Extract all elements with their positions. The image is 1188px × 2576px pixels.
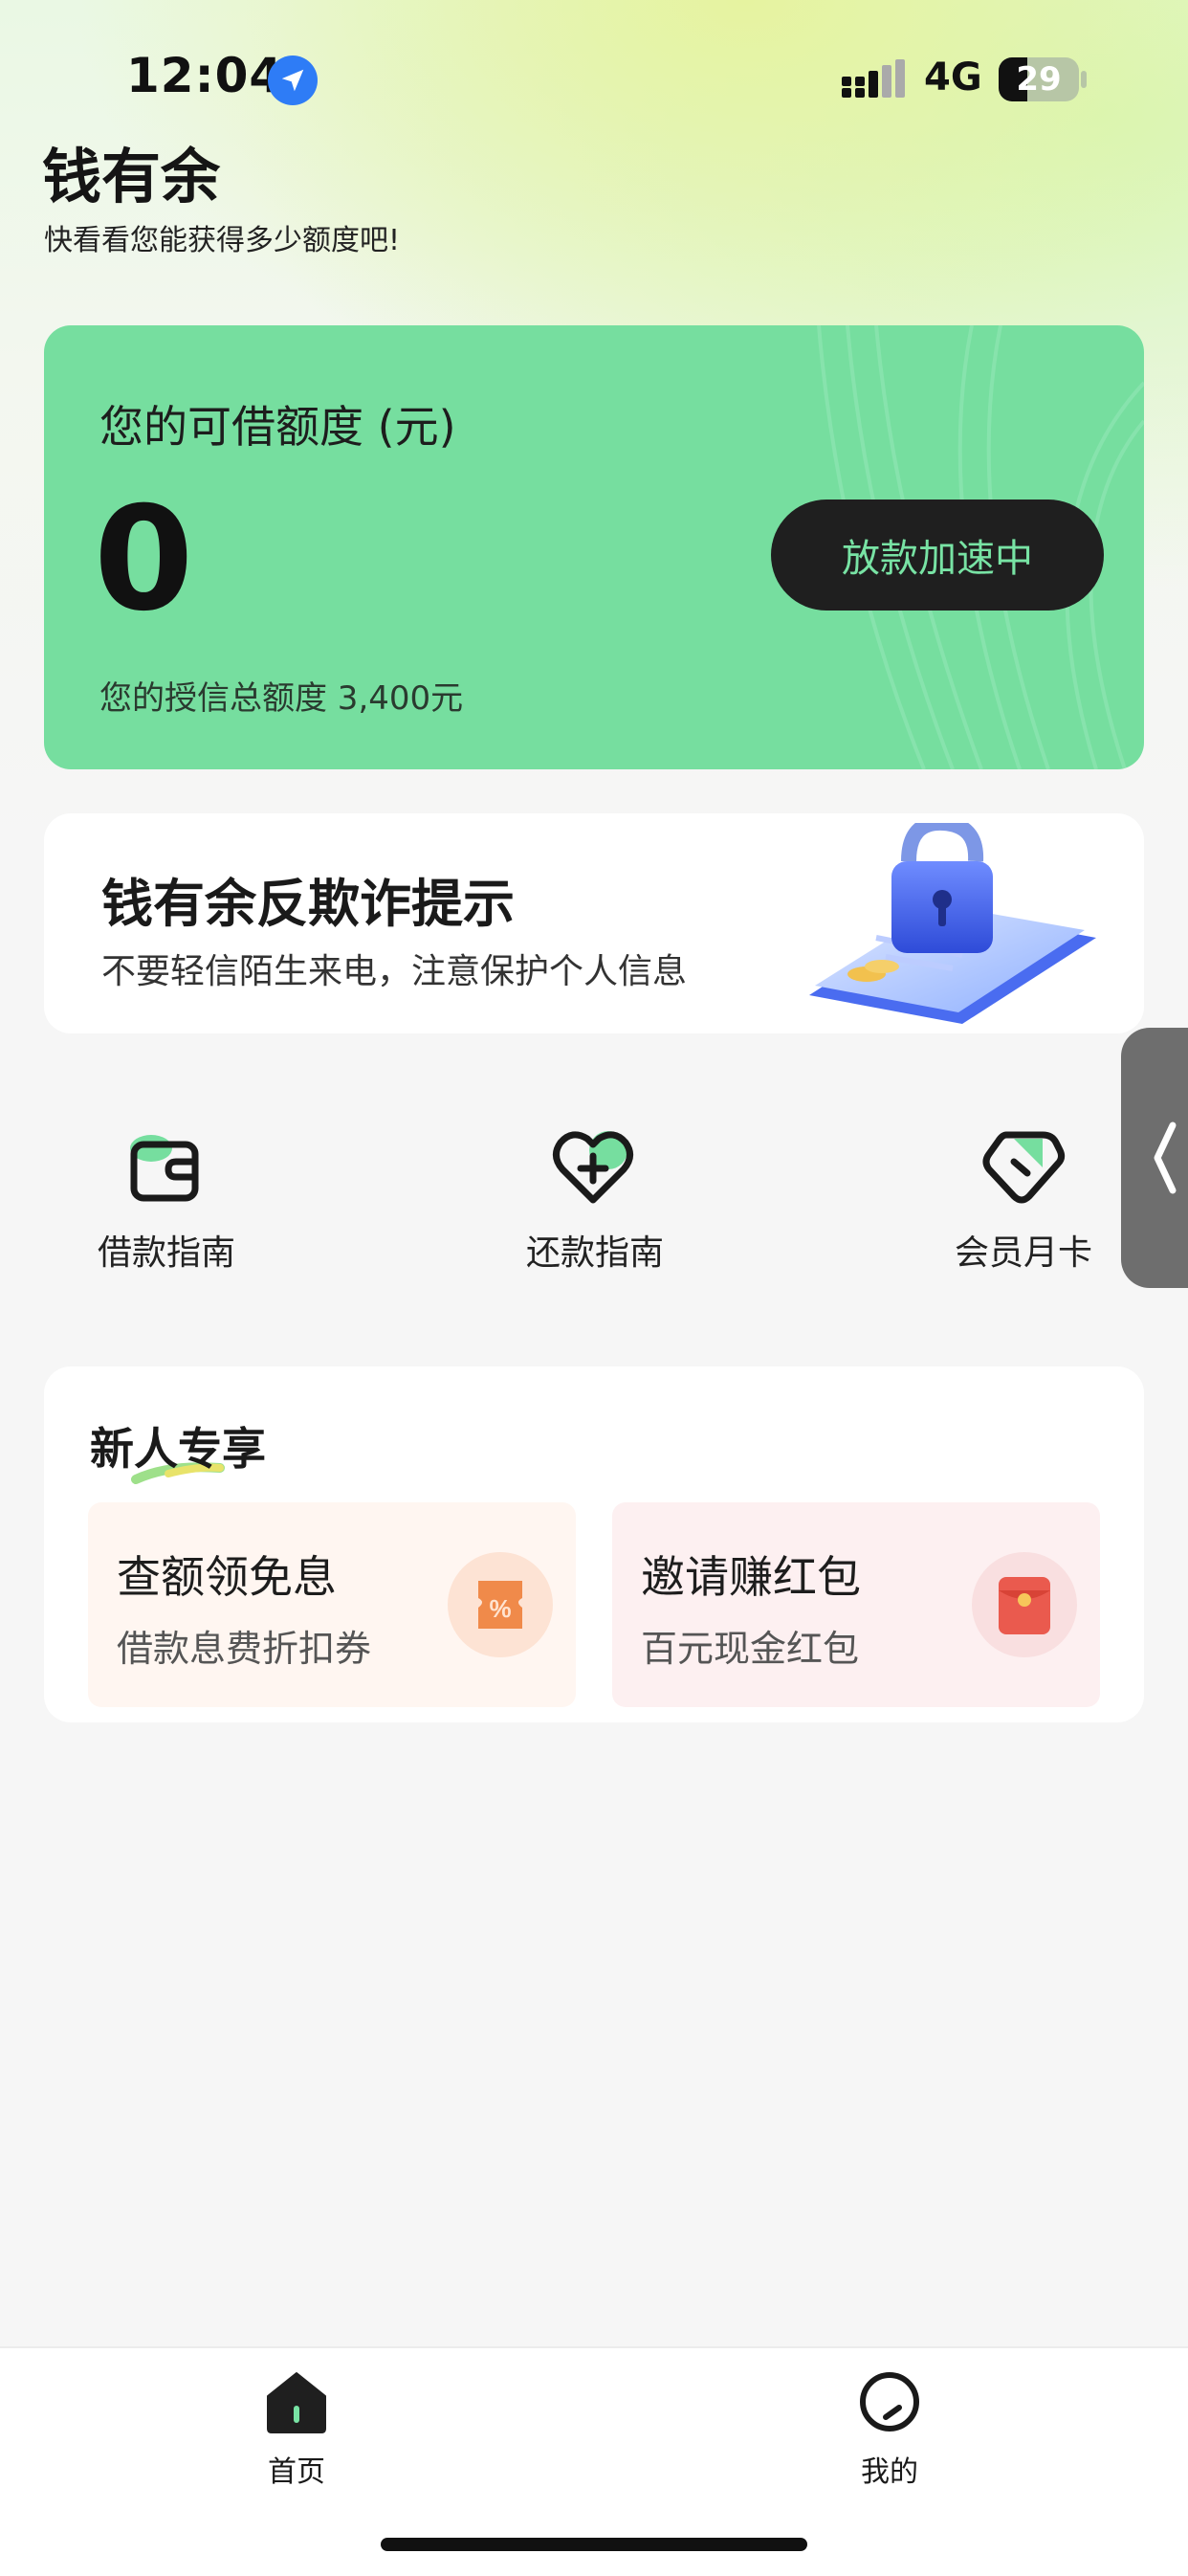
anti-fraud-banner[interactable]: 钱有余反欺诈提示 不要轻信陌生来电，注意保护个人信息: [44, 813, 1144, 1033]
heart-plus-icon: [553, 1131, 633, 1204]
promo-title-interest-free: 查额领免息: [117, 1551, 337, 1603]
location-arrow-icon: [268, 56, 318, 105]
menu-label-loan-guide: 借款指南: [97, 1233, 235, 1273]
status-time: 12:04: [126, 48, 284, 103]
promo-subtitle-invite: 百元现金红包: [641, 1628, 860, 1670]
credit-total: 您的授信总额度 3,400元: [99, 679, 464, 718]
home-icon: [267, 2372, 326, 2433]
credit-card: 您的可借额度 (元) 0 您的授信总额度 3,400元 放款加速中: [44, 325, 1144, 769]
menu-item-repay-guide[interactable]: 还款指南: [480, 1120, 710, 1282]
loan-speedup-button[interactable]: 放款加速中: [771, 500, 1104, 611]
newcomer-title: 新人专享: [90, 1423, 266, 1475]
tag-icon: [982, 1131, 1066, 1204]
credit-label: 您的可借额度 (元): [99, 401, 456, 453]
home-indicator[interactable]: [381, 2538, 807, 2551]
svg-text:%: %: [489, 1594, 511, 1623]
nav-item-home[interactable]: 首页: [201, 2369, 392, 2494]
wallet-icon: [130, 1135, 199, 1202]
credit-amount: 0: [94, 477, 194, 643]
menu-item-loan-guide[interactable]: 借款指南: [52, 1120, 281, 1282]
menu-label-repay-guide: 还款指南: [525, 1233, 664, 1273]
menu-label-member-card: 会员月卡: [954, 1233, 1092, 1273]
profile-icon: [860, 2372, 919, 2432]
promo-subtitle-interest-free: 借款息费折扣券: [117, 1628, 372, 1670]
fraud-title: 钱有余反欺诈提示: [101, 874, 515, 934]
nav-item-profile[interactable]: 我的: [794, 2369, 985, 2494]
battery-level: 29: [1016, 60, 1062, 99]
network-type: 4G: [924, 56, 982, 100]
chevron-left-icon: [1154, 1121, 1177, 1194]
battery-tip: [1081, 71, 1087, 88]
padlock-phone-icon: [809, 823, 1096, 1024]
newcomer-section: 新人专享 查额领免息 借款息费折扣券 % 邀请赚红包 百元现金红包: [44, 1366, 1144, 1722]
promo-card-interest-free[interactable]: 查额领免息 借款息费折扣券 %: [88, 1502, 576, 1707]
discount-coupon-icon: %: [448, 1552, 553, 1657]
cellular-signal-icon: [842, 59, 905, 98]
app-title: 钱有余: [42, 142, 221, 211]
app-subtitle: 快看看您能获得多少额度吧!: [44, 224, 401, 257]
battery-icon: 29: [999, 57, 1079, 101]
red-envelope-icon: [972, 1552, 1077, 1657]
promo-card-invite[interactable]: 邀请赚红包 百元现金红包: [612, 1502, 1100, 1707]
menu-item-member-card[interactable]: 会员月卡: [909, 1120, 1138, 1282]
nav-label-home: 首页: [268, 2455, 325, 2489]
nav-label-profile: 我的: [861, 2455, 918, 2489]
promo-title-invite: 邀请赚红包: [641, 1551, 861, 1603]
fraud-subtitle: 不要轻信陌生来电，注意保护个人信息: [101, 952, 688, 991]
